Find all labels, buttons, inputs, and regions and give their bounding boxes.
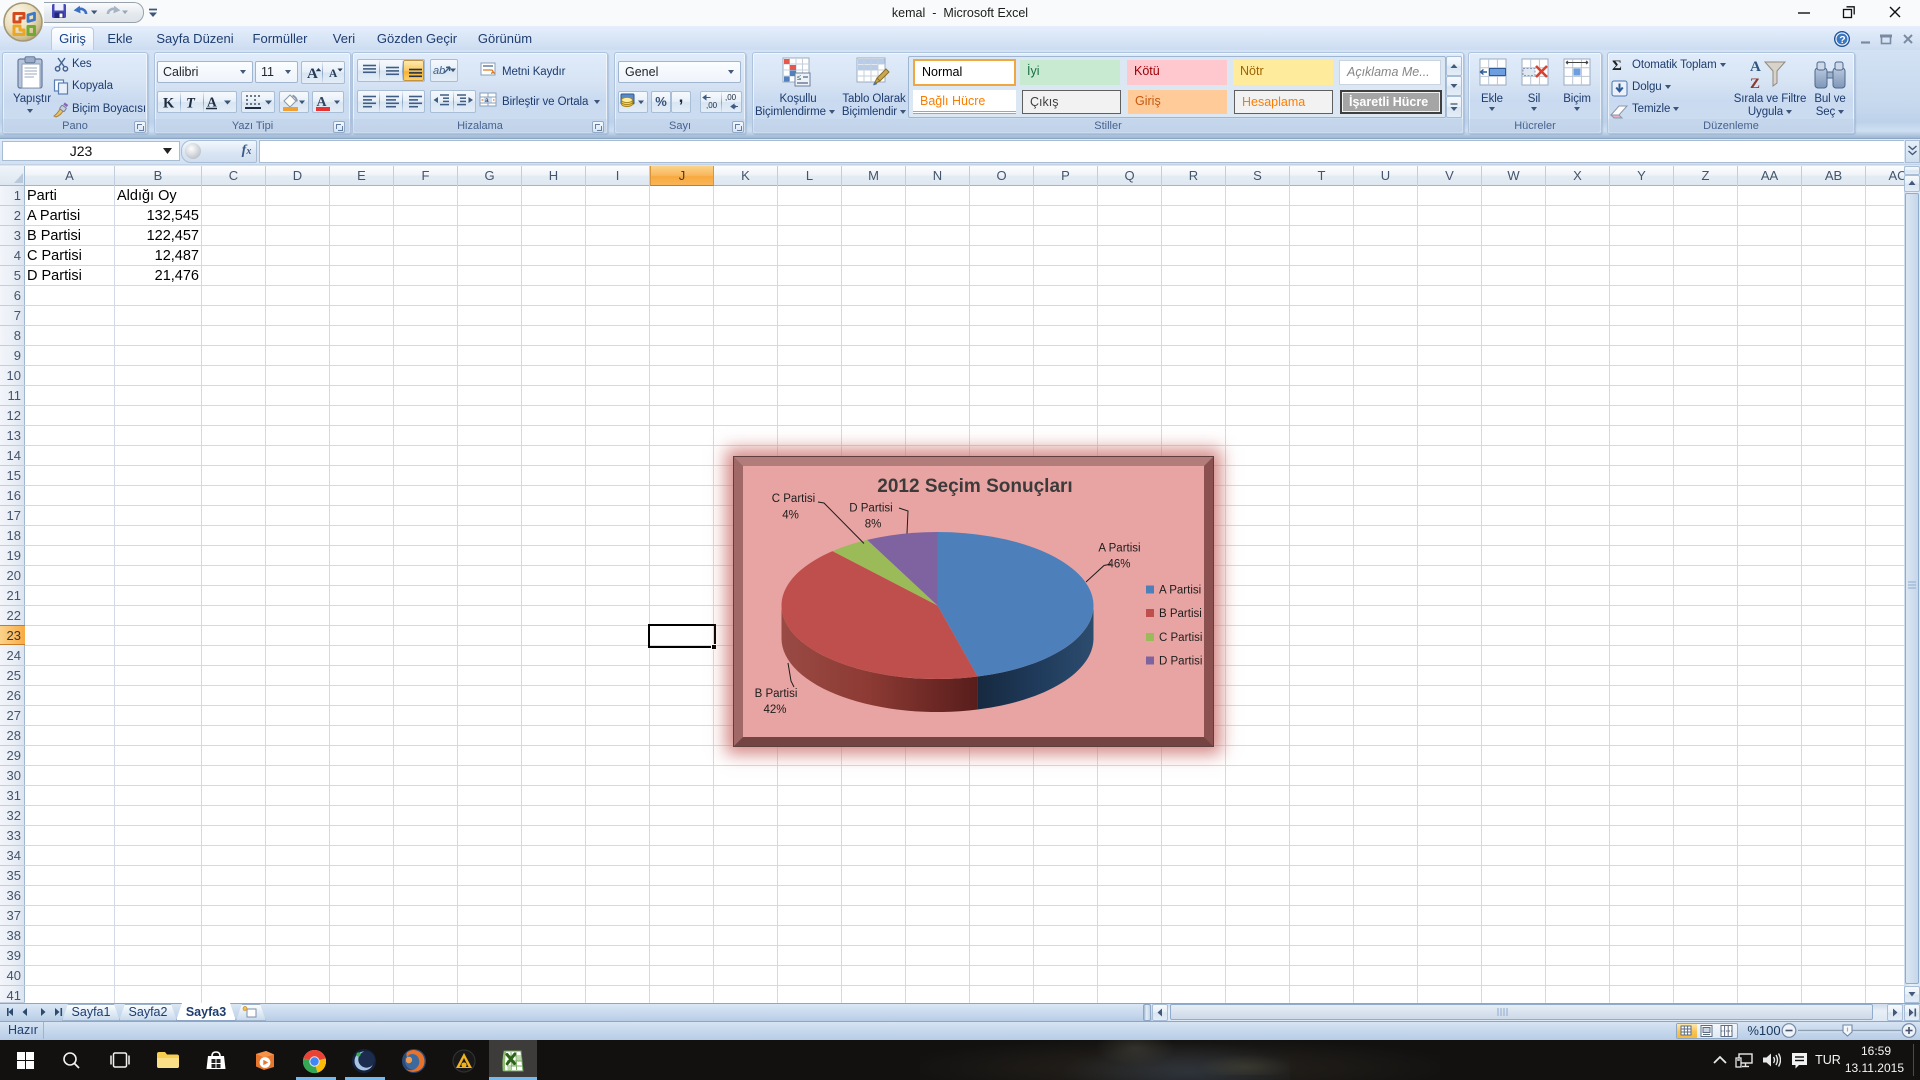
svg-text:≤: ≤ bbox=[797, 73, 802, 82]
svg-text:,00: ,00 bbox=[725, 93, 737, 102]
svg-text:?: ? bbox=[1839, 34, 1845, 46]
svg-text:42%: 42% bbox=[763, 704, 786, 716]
svg-text:C Partisi: C Partisi bbox=[1159, 632, 1202, 644]
svg-text:B Partisi: B Partisi bbox=[755, 688, 798, 700]
svg-text:A: A bbox=[207, 95, 217, 110]
svg-text:C Partisi: C Partisi bbox=[772, 493, 815, 505]
svg-text:A Partisi: A Partisi bbox=[1098, 543, 1140, 555]
svg-text:2012 Seçim Sonuçları: 2012 Seçim Sonuçları bbox=[877, 476, 1072, 497]
svg-text:a: a bbox=[485, 97, 489, 104]
svg-text:B Partisi: B Partisi bbox=[1159, 608, 1202, 620]
svg-text:4%: 4% bbox=[782, 510, 799, 522]
svg-text:A Partisi: A Partisi bbox=[1159, 585, 1201, 597]
svg-text:D Partisi: D Partisi bbox=[849, 503, 892, 515]
svg-text:T: T bbox=[186, 96, 196, 112]
svg-text:Z: Z bbox=[1750, 76, 1760, 92]
svg-text:,00: ,00 bbox=[706, 101, 718, 110]
svg-text:A: A bbox=[1750, 59, 1761, 75]
svg-text:A: A bbox=[329, 68, 338, 80]
svg-text:ab: ab bbox=[433, 65, 445, 77]
svg-text:8%: 8% bbox=[865, 519, 882, 531]
svg-text:K: K bbox=[163, 96, 175, 112]
svg-text:D Partisi: D Partisi bbox=[1159, 656, 1202, 668]
svg-text:A: A bbox=[307, 66, 318, 82]
